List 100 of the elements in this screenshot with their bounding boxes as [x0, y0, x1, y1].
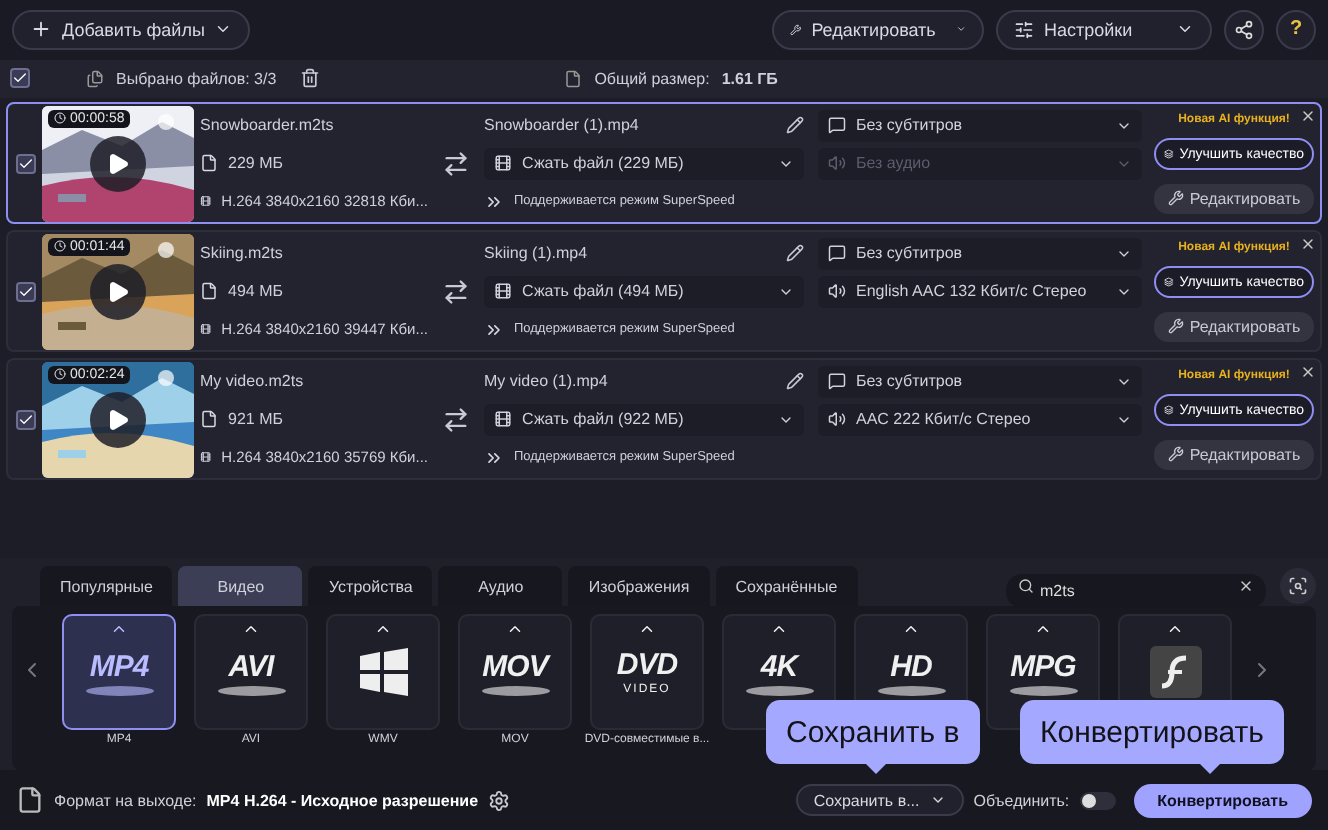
- format-tab[interactable]: Устройства: [308, 566, 433, 607]
- file-checkbox[interactable]: [16, 153, 36, 174]
- share-icon: [1234, 19, 1254, 40]
- format-tab[interactable]: Аудио: [438, 566, 563, 607]
- total-size-value: 1.61 ГБ: [721, 69, 778, 88]
- share-button[interactable]: [1224, 9, 1264, 50]
- scan-search-icon: [1288, 576, 1308, 597]
- superspeed-icon: [484, 191, 504, 212]
- subtitles-select[interactable]: Без субтитров: [818, 237, 1142, 270]
- compression-select[interactable]: Сжать файл (229 МБ): [484, 147, 804, 180]
- edit-menu-button[interactable]: Редактировать: [772, 9, 984, 50]
- preview-button[interactable]: [1280, 568, 1316, 605]
- wrench-icon: [790, 19, 802, 40]
- rename-button[interactable]: [786, 244, 804, 263]
- format-search-field[interactable]: m2ts: [1006, 573, 1266, 608]
- compression-select[interactable]: Сжать файл (494 МБ): [484, 275, 804, 308]
- file-size: 921 МБ: [228, 410, 283, 429]
- format-logo: AVI: [228, 649, 274, 684]
- tooltip-pointer: [1200, 764, 1220, 774]
- add-files-button[interactable]: Добавить файлы: [12, 9, 251, 50]
- windows-logo: [357, 648, 409, 697]
- close-button[interactable]: [1300, 236, 1316, 253]
- edit-button[interactable]: Редактировать: [1154, 183, 1314, 214]
- film-icon: [494, 410, 512, 429]
- pencil-icon: [786, 372, 804, 391]
- audio-select[interactable]: English AAC 132 Кбит/с Стерео: [818, 275, 1142, 308]
- search-icon: [1018, 577, 1034, 594]
- format-tile[interactable]: [326, 614, 440, 731]
- check-icon: [12, 70, 28, 87]
- check-icon: [18, 283, 34, 300]
- file-checkbox[interactable]: [16, 281, 36, 302]
- play-icon: [106, 151, 130, 176]
- merge-toggle[interactable]: [1079, 791, 1116, 810]
- disc-icon: [481, 685, 549, 696]
- pencil-icon: [786, 244, 804, 263]
- close-button[interactable]: [1300, 364, 1316, 381]
- film-icon: [200, 192, 212, 211]
- play-icon: [106, 407, 130, 432]
- file-size: 494 МБ: [228, 282, 283, 301]
- output-format-label: Формат на выходе:: [54, 791, 197, 810]
- files-icon: [86, 69, 104, 88]
- file-row[interactable]: [6, 358, 1322, 481]
- source-file-name: Skiing.m2ts: [200, 244, 283, 263]
- format-tab[interactable]: Видео: [178, 566, 303, 607]
- output-format-value: MP4 H.264 - Исходное разрешение: [206, 791, 479, 810]
- check-icon: [18, 155, 34, 172]
- pencil-icon: [786, 116, 804, 135]
- format-settings-button[interactable]: [488, 789, 511, 812]
- clock-icon: [54, 240, 66, 253]
- subtitles-select[interactable]: Без субтитров: [818, 109, 1142, 142]
- help-button[interactable]: ?: [1276, 9, 1316, 50]
- wrench-icon: [1167, 190, 1184, 207]
- convert-button[interactable]: Конвертировать: [1133, 783, 1312, 818]
- close-icon: [1300, 364, 1316, 381]
- edit-button[interactable]: Редактировать: [1154, 439, 1314, 470]
- edit-button[interactable]: Редактировать: [1154, 311, 1314, 342]
- settings-menu-button[interactable]: Настройки: [996, 9, 1212, 50]
- subtitles-select[interactable]: Без субтитров: [818, 365, 1142, 398]
- convert-arrow-icon: [442, 149, 470, 178]
- file-checkbox[interactable]: [16, 409, 36, 430]
- delete-button[interactable]: [300, 68, 321, 89]
- close-icon: [1300, 108, 1316, 125]
- film-icon: [200, 320, 212, 339]
- output-file-name: Snowboarder (1).mp4: [484, 116, 639, 135]
- rename-button[interactable]: [786, 372, 804, 391]
- format-tab[interactable]: Сохранённые: [715, 566, 858, 607]
- source-file-name: My video.m2ts: [200, 372, 304, 391]
- file-row[interactable]: [6, 230, 1322, 353]
- format-tile[interactable]: MP4: [62, 614, 176, 731]
- wrench-icon: [1167, 446, 1184, 463]
- save-to-select[interactable]: Сохранить в...: [795, 784, 964, 817]
- close-button[interactable]: [1300, 108, 1316, 125]
- superspeed-icon: [484, 447, 504, 468]
- hint-tooltip: Сохранить в: [766, 700, 980, 764]
- disc-icon: [1009, 685, 1077, 696]
- clear-icon: [1238, 577, 1254, 594]
- disc-icon: [85, 685, 153, 696]
- compression-select[interactable]: Сжать файл (922 МБ): [484, 403, 804, 436]
- file-row[interactable]: [6, 102, 1322, 225]
- format-tab[interactable]: Популярные: [40, 566, 173, 607]
- speaker-icon: [828, 282, 846, 301]
- format-tile[interactable]: AVI: [194, 614, 308, 731]
- speech-bubble-icon: [828, 244, 846, 263]
- rename-button[interactable]: [786, 116, 804, 135]
- format-logo: 4K: [760, 649, 798, 684]
- clock-icon: [54, 112, 66, 125]
- select-all-checkbox[interactable]: [10, 68, 30, 89]
- disc-icon: [745, 685, 813, 696]
- flash-logo: [1149, 646, 1201, 699]
- format-tile[interactable]: MOV: [458, 614, 572, 731]
- close-icon: [1300, 236, 1316, 253]
- merge-label: Объединить:: [973, 791, 1070, 810]
- wrench-icon: [1167, 318, 1184, 335]
- speech-bubble-icon: [828, 116, 846, 135]
- clock-icon: [54, 368, 66, 381]
- speaker-icon: [828, 410, 846, 429]
- speech-bubble-icon: [828, 372, 846, 391]
- format-tab[interactable]: Изображения: [568, 566, 710, 607]
- audio-select[interactable]: AAC 222 Кбит/с Стерео: [818, 403, 1142, 436]
- hint-tooltip: Конвертировать: [1020, 700, 1284, 764]
